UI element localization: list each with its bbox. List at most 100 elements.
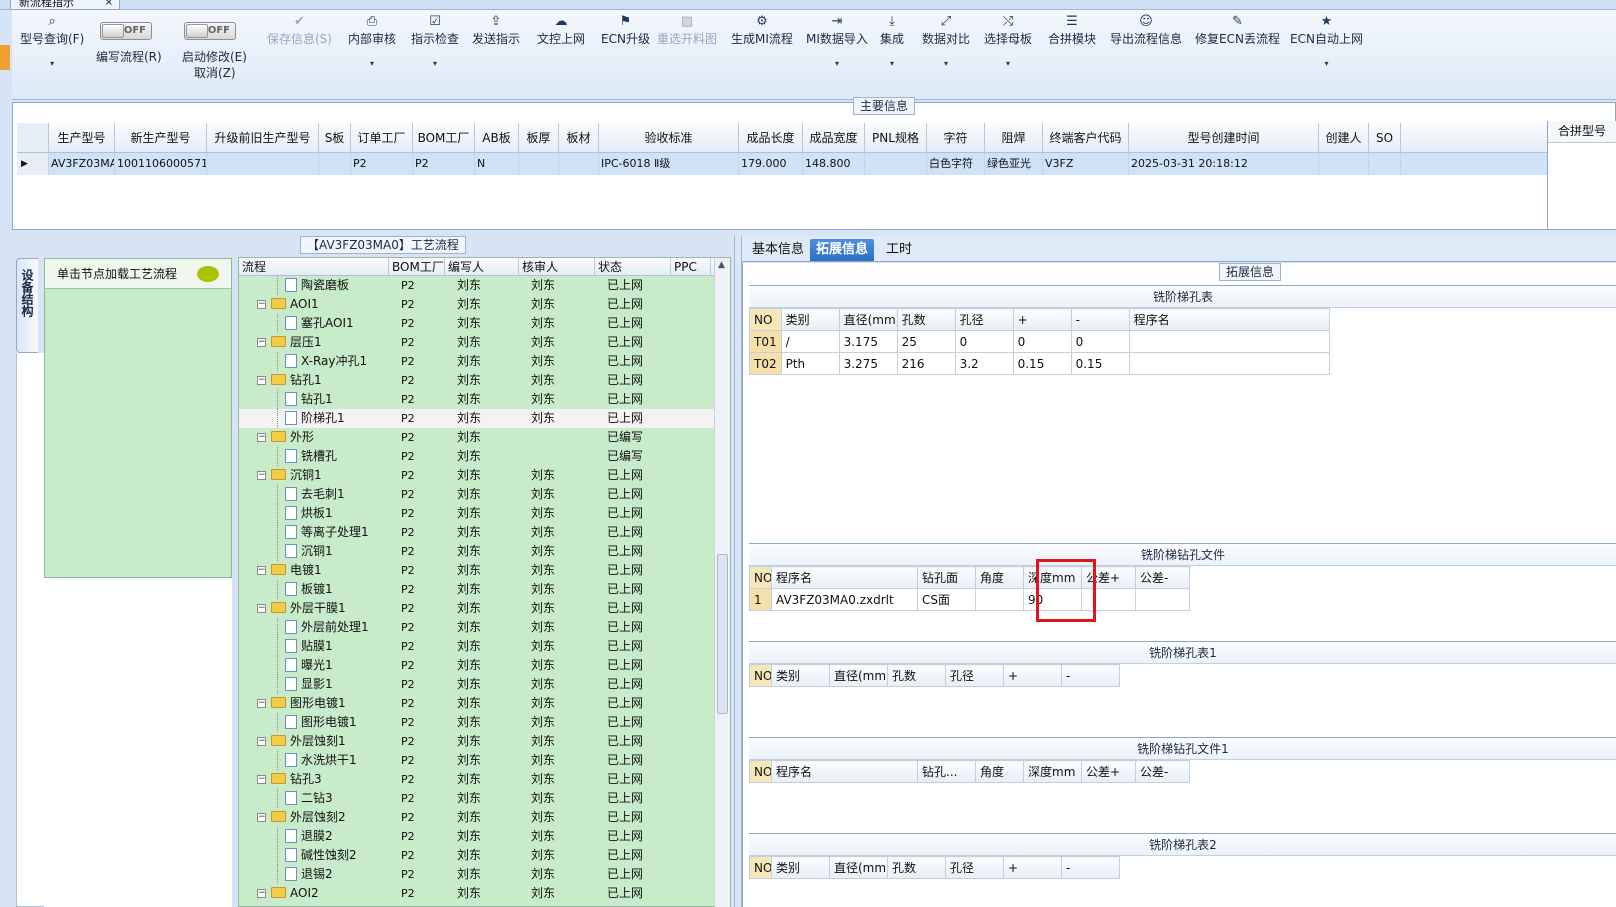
toolbar-button-0[interactable]: ⌕ 型号查询(F) ▾ (20, 14, 84, 71)
column-header[interactable]: 板材 (559, 123, 599, 152)
table-column-header[interactable]: + (1003, 664, 1062, 687)
table-column-header[interactable]: NO (749, 760, 772, 783)
toolbar-button-16[interactable]: ★ ECN自动上网 ▾ (1290, 14, 1363, 71)
table-column-header[interactable]: 钻孔... (917, 760, 976, 783)
table-column-header[interactable]: 孔数 (887, 664, 946, 687)
tab-extended-info[interactable]: 拓展信息 (810, 239, 875, 261)
process-tree-row[interactable]: 二钻3 P2 刘东 刘东 已上网 (239, 789, 730, 808)
collapse-icon[interactable]: − (257, 471, 266, 480)
table-column-header[interactable]: - (1061, 856, 1120, 879)
process-node[interactable]: 外层前处理1 (285, 618, 369, 637)
table-column-header[interactable]: 孔径 (945, 856, 1004, 879)
toolbar-button-9[interactable]: ⇥ MI数据导入 ▾ (806, 14, 868, 71)
table-column-header[interactable]: 角度 (975, 760, 1024, 783)
dropdown-arrow-icon[interactable]: ▾ (1290, 57, 1363, 71)
table-column-header[interactable]: 直径(mm) (838, 308, 898, 331)
edit-flow-toggle[interactable]: OFF (100, 22, 152, 40)
process-tree-row[interactable]: − 电镀1 P2 刘东 刘东 已上网 (239, 561, 730, 580)
column-header[interactable]: 生产型号 (49, 123, 115, 152)
column-header[interactable]: AB板 (475, 123, 519, 152)
process-node[interactable]: 曝光1 (285, 656, 333, 675)
process-tree-row[interactable]: 烘板1 P2 刘东 刘东 已上网 (239, 504, 730, 523)
collapse-icon[interactable]: − (257, 813, 266, 822)
process-tree-row[interactable]: − 图形电镀1 P2 刘东 刘东 已上网 (239, 694, 730, 713)
collapse-icon[interactable]: − (257, 433, 266, 442)
tab-basic-info[interactable]: 基本信息 (746, 239, 810, 261)
table-column-header[interactable]: 钻孔面 (917, 566, 976, 589)
toolbar-button-8[interactable]: ⚙ 生成MI流程 (731, 14, 793, 47)
process-tree-row[interactable]: 板镀1 P2 刘东 刘东 已上网 (239, 580, 730, 599)
tree-column-header[interactable]: 流程 (239, 258, 389, 275)
table-column-header[interactable]: NO (749, 664, 772, 687)
toolbar-button-14[interactable]: ☺ 导出流程信息 (1110, 14, 1182, 47)
node-hint-row[interactable]: 单击节点加载工艺流程 (45, 259, 231, 289)
process-node[interactable]: 图形电镀1 (285, 713, 357, 732)
tree-column-header[interactable]: PPC (671, 258, 711, 275)
table-column-header[interactable]: 公差- (1135, 760, 1190, 783)
process-node[interactable]: 塞孔AOI1 (285, 314, 354, 333)
table-column-header[interactable]: 孔径 (954, 308, 1014, 331)
table-column-header[interactable]: 类别 (780, 308, 840, 331)
table-row[interactable]: T02 Pth 3.275 216 3.2 0.15 0.15 (749, 352, 1330, 375)
table-column-header[interactable]: 程序名 (771, 760, 918, 783)
process-tree-row[interactable]: 等离子处理1 P2 刘东 刘东 已上网 (239, 523, 730, 542)
table-column-header[interactable]: NO (749, 308, 782, 331)
column-header[interactable]: 板厚 (519, 123, 559, 152)
process-node[interactable]: 板镀1 (285, 580, 333, 599)
process-node[interactable]: 钻孔1 (285, 390, 333, 409)
process-tree-row[interactable]: − 钻孔3 P2 刘东 刘东 已上网 (239, 770, 730, 789)
column-header[interactable]: 字符 (927, 123, 985, 152)
process-tree-row[interactable]: 钻孔1 P2 刘东 刘东 已上网 (239, 390, 730, 409)
column-header[interactable]: SO (1369, 123, 1401, 152)
process-node[interactable]: X-Ray冲孔1 (285, 352, 367, 371)
tree-column-header[interactable]: 状态 (595, 258, 671, 275)
process-tree-row[interactable]: 贴膜1 P2 刘东 刘东 已上网 (239, 637, 730, 656)
table-column-header[interactable]: 孔径 (945, 664, 1004, 687)
column-header[interactable]: S板 (319, 123, 351, 152)
process-node[interactable]: 图形电镀1 (271, 694, 346, 713)
cancel-modify-label[interactable]: 取消(Z) (194, 64, 236, 81)
process-tree-row[interactable]: 塞孔AOI1 P2 刘东 刘东 已上网 (239, 314, 730, 333)
tree-column-header[interactable]: 编写人 (445, 258, 519, 275)
process-node[interactable]: 陶瓷磨板 (285, 276, 349, 295)
table-column-header[interactable]: 孔数 (896, 308, 956, 331)
process-node[interactable]: AOI1 (271, 295, 319, 314)
process-tree-row[interactable]: 图形电镀1 P2 刘东 刘东 已上网 (239, 713, 730, 732)
tree-column-header[interactable]: 核审人 (519, 258, 595, 275)
table-column-header[interactable]: 深度mm (1023, 760, 1082, 783)
process-node[interactable]: 显影1 (285, 675, 333, 694)
table-column-header[interactable]: 角度 (975, 566, 1024, 589)
process-node[interactable]: 外形 (271, 428, 314, 447)
collapse-icon[interactable]: − (257, 604, 266, 613)
table-column-header[interactable]: NO (749, 566, 772, 589)
process-tree-row[interactable]: − 外层蚀刻2 P2 刘东 刘东 已上网 (239, 808, 730, 827)
process-node[interactable]: 沉铜1 (285, 542, 333, 561)
column-header[interactable]: 升级前旧生产型号 (207, 123, 319, 152)
table-column-header[interactable]: NO (749, 856, 772, 879)
toolbar-button-7[interactable]: ▨ 重选开料图 (657, 14, 717, 47)
dropdown-arrow-icon[interactable]: ▾ (984, 57, 1032, 71)
toolbar-button-1[interactable]: ✔ 保存信息(S) (267, 14, 332, 47)
process-tree-row[interactable]: 显影1 P2 刘东 刘东 已上网 (239, 675, 730, 694)
process-tree-row[interactable]: X-Ray冲孔1 P2 刘东 刘东 已上网 (239, 352, 730, 371)
column-header[interactable]: 创建人 (1319, 123, 1369, 152)
toolbar-button-4[interactable]: ⇪ 发送指示 (472, 14, 520, 47)
process-node[interactable]: 铣槽孔 (285, 447, 337, 466)
table-row[interactable]: 1 AV3FZ03MA0.zxdrlt CS面 90 (749, 588, 1190, 611)
document-tab[interactable]: 新流程指示 × (10, 0, 120, 10)
process-tree-row[interactable]: − AOI1 P2 刘东 刘东 已上网 (239, 295, 730, 314)
table-column-header[interactable]: 公差- (1135, 566, 1190, 589)
scroll-up-icon[interactable]: ▲ (718, 260, 725, 270)
process-node[interactable]: 外层干膜1 (271, 599, 346, 618)
node-panel[interactable]: 单击节点加载工艺流程 (44, 258, 232, 578)
column-header[interactable]: 新生产型号 (115, 123, 207, 152)
table-column-header[interactable]: 程序名 (771, 566, 918, 589)
column-header[interactable]: 成品宽度 (803, 123, 865, 152)
process-node[interactable]: 碱性蚀刻2 (285, 846, 357, 865)
process-tree-row[interactable]: 退锡2 P2 刘东 刘东 已上网 (239, 865, 730, 884)
process-tree-scrollbar[interactable]: ▲ (714, 258, 730, 907)
process-tree-row[interactable]: 外层前处理1 P2 刘东 刘东 已上网 (239, 618, 730, 637)
process-tree-row[interactable]: 陶瓷磨板 P2 刘东 刘东 已上网 (239, 276, 730, 295)
table-column-header[interactable]: + (1003, 856, 1062, 879)
table-column-header[interactable]: - (1061, 664, 1120, 687)
